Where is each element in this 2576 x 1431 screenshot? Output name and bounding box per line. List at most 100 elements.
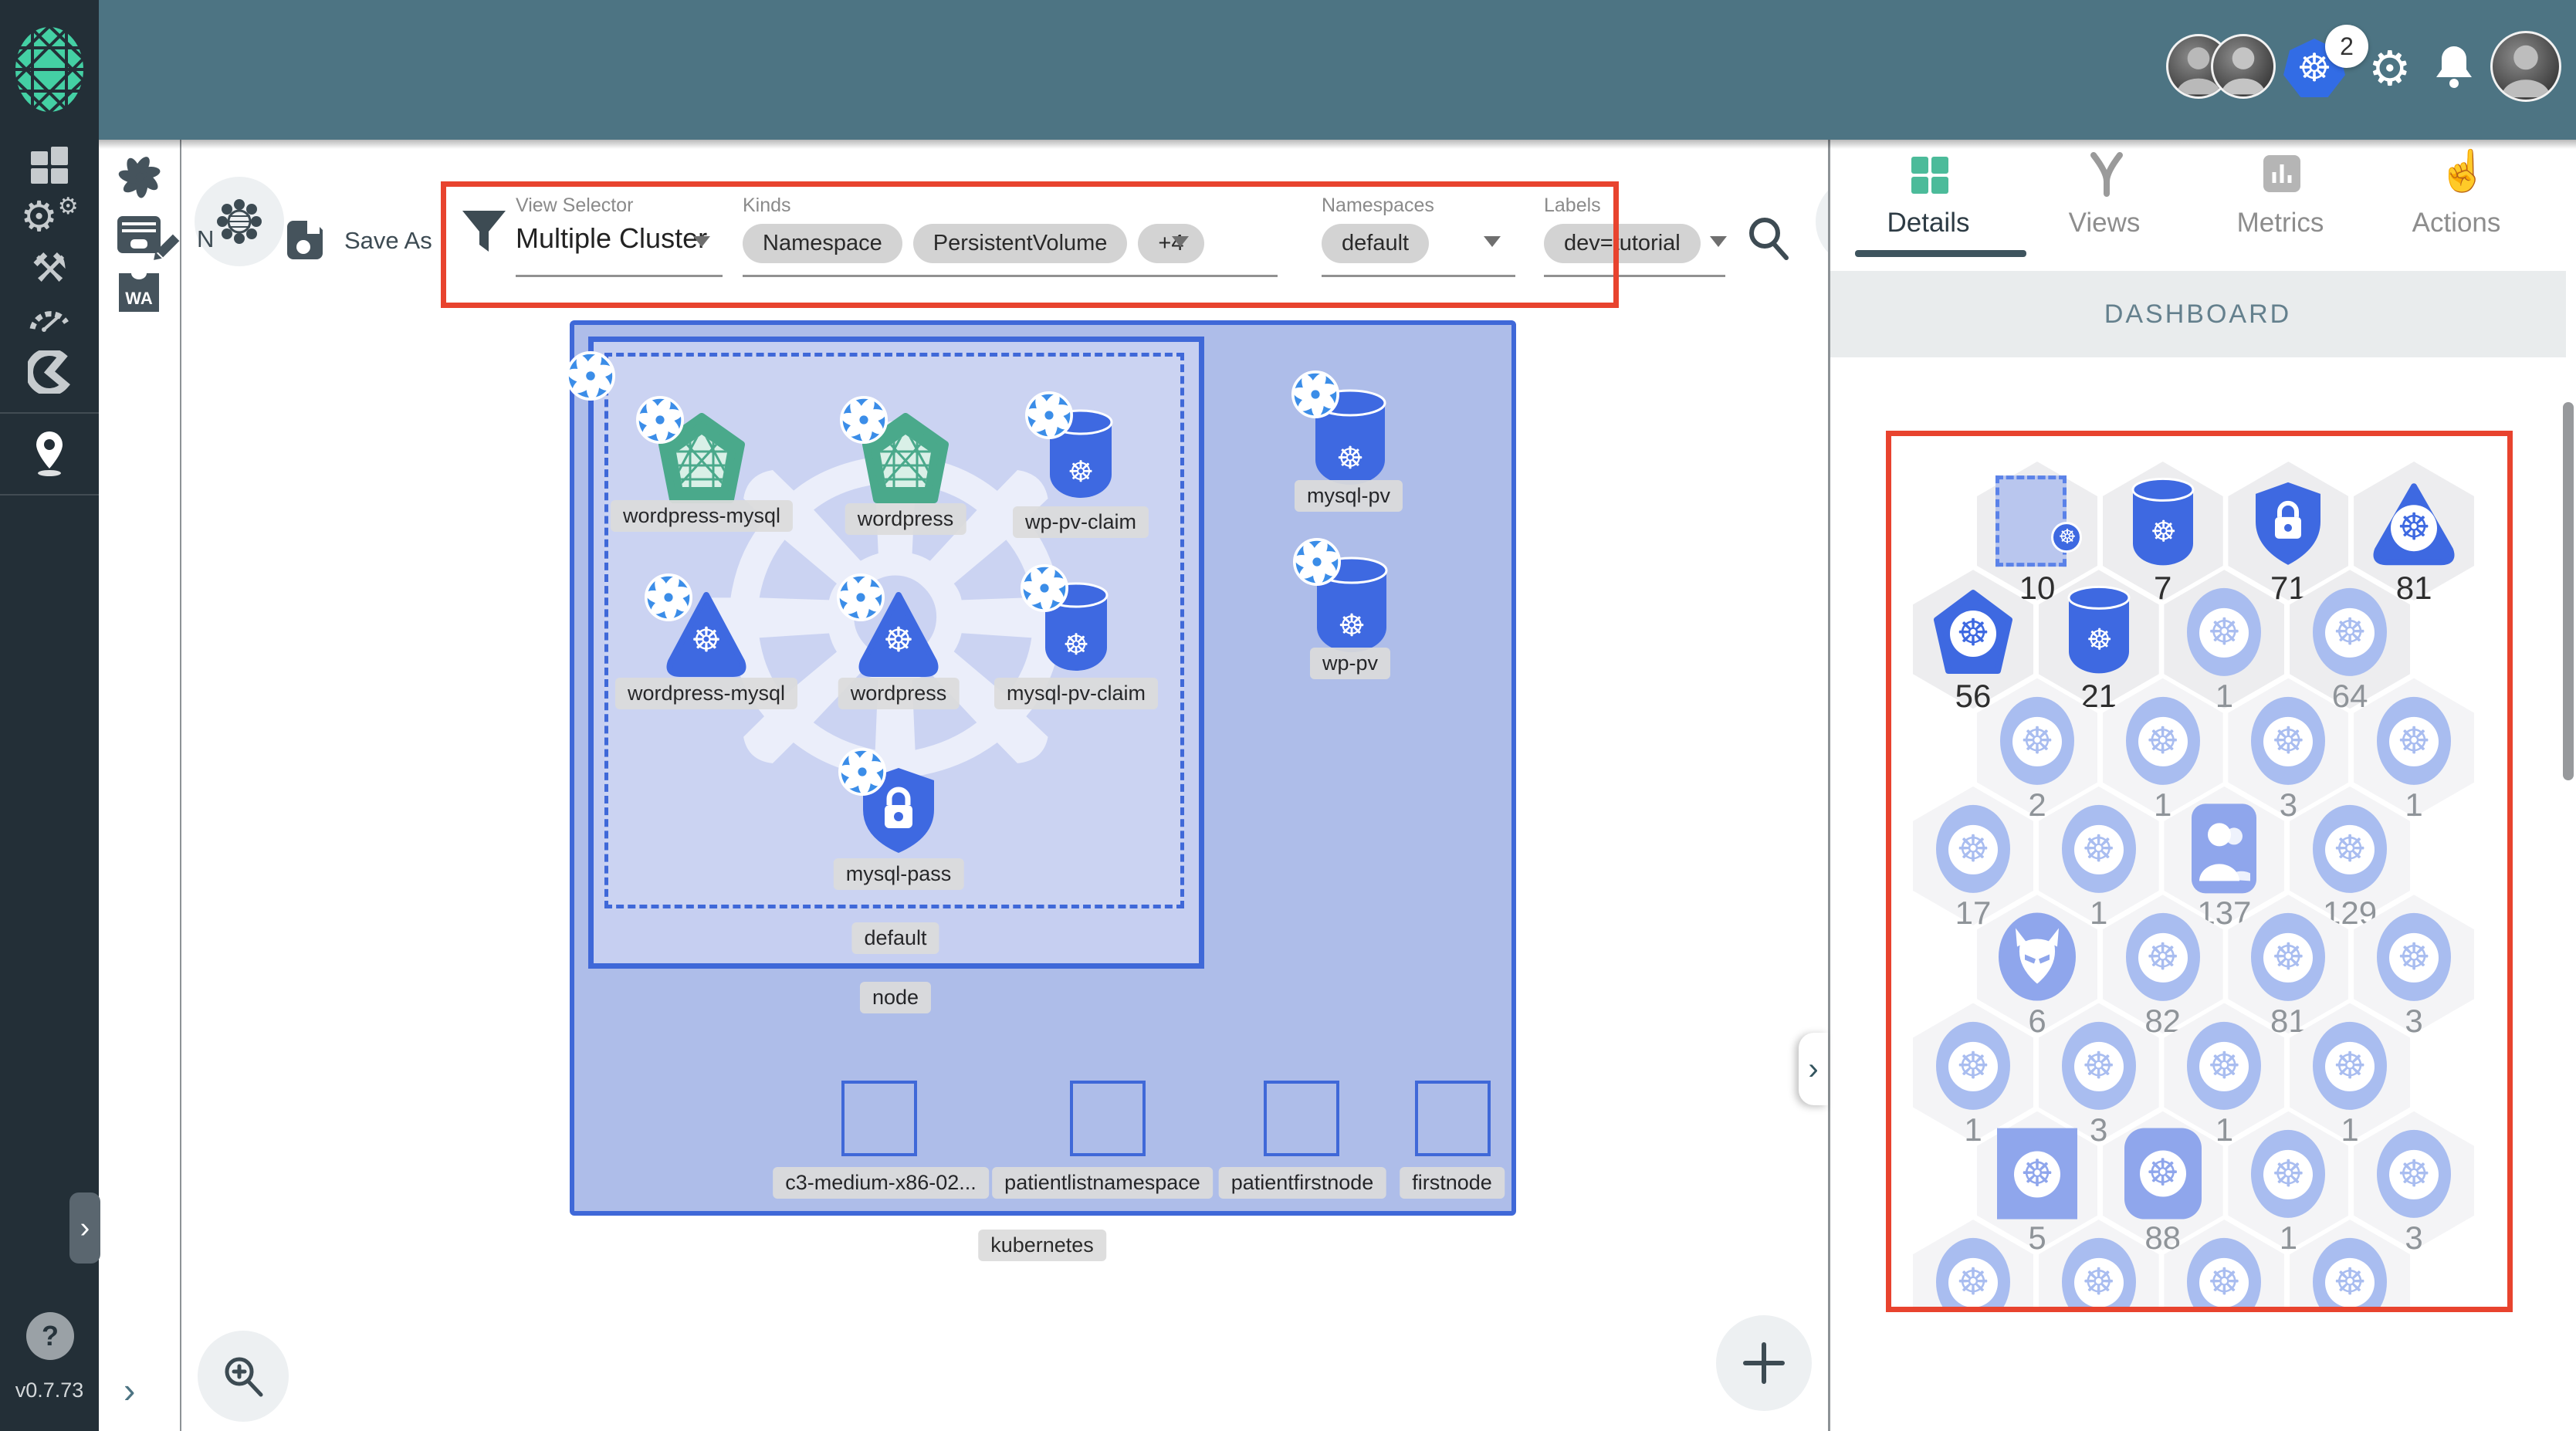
- namespace-chip[interactable]: default: [1322, 224, 1430, 263]
- views-icon: [2087, 151, 2126, 197]
- section-header-dashboard: DASHBOARD: [1830, 271, 2566, 357]
- chevron-down-icon[interactable]: [693, 236, 710, 247]
- wheel-icon: ☸: [1936, 1237, 2010, 1307]
- tab-details[interactable]: Details: [1840, 140, 2026, 263]
- meshery-badge-icon: [636, 396, 684, 444]
- wheel-icon: ☸: [2125, 696, 2200, 785]
- kind-chip[interactable]: +4: [1138, 224, 1204, 263]
- sidebar-item-extensions[interactable]: [0, 349, 99, 395]
- filter-funnel-icon[interactable]: [462, 210, 506, 253]
- node-name-label: patientfirstnode: [1218, 1167, 1386, 1199]
- wheel-icon: ☸: [2187, 588, 2262, 677]
- sidebar-divider: [0, 412, 99, 414]
- empty-node[interactable]: [841, 1081, 917, 1156]
- wasm-filter-icon[interactable]: WA: [117, 272, 161, 313]
- person-icon: [2190, 802, 2258, 895]
- meshery-badge-icon: [837, 573, 885, 621]
- chevron-down-icon[interactable]: [1484, 236, 1501, 247]
- tab-views[interactable]: Views: [2016, 140, 2192, 263]
- meshery-badge-icon: [566, 351, 615, 401]
- zoom-in-button[interactable]: [198, 1331, 289, 1422]
- active-tab-underline: [1855, 250, 2026, 257]
- sidebar-item-lifecycle[interactable]: ⚙ ⚙: [0, 194, 99, 240]
- sidebar-divider: [0, 494, 99, 496]
- dashboard-hex-cell[interactable]: ☸: [1913, 1220, 2033, 1307]
- node-name-label: wordpress: [845, 503, 966, 535]
- node-name-label: wp-pv-claim: [1012, 506, 1149, 538]
- rounded-square-icon: ☸: [2124, 1128, 2202, 1220]
- view-selector-select[interactable]: Multiple Cluster: [516, 222, 707, 255]
- wheel-icon: ☸: [2061, 804, 2136, 893]
- sidebar-item-performance[interactable]: [0, 296, 99, 337]
- search-icon[interactable]: [1743, 213, 1792, 262]
- triangle-icon: ☸: [2371, 482, 2456, 567]
- edit-pencil-icon[interactable]: [148, 232, 182, 266]
- context-count-badge[interactable]: 2: [2325, 25, 2368, 68]
- wheel-icon: ☸: [2187, 1021, 2262, 1110]
- app-root: / Name Untitled View (Copy) Design Visua…: [0, 0, 2576, 1431]
- wheel-icon: ☸: [2313, 588, 2388, 677]
- meshery-badge-icon: [1021, 564, 1068, 612]
- namespace-label: default: [851, 922, 939, 954]
- dashboard-hex-cell[interactable]: ☸: [2038, 1220, 2159, 1307]
- meshery-swirl-icon[interactable]: [117, 154, 162, 199]
- node-name-label: c3-medium-x86-02...: [773, 1167, 989, 1199]
- header-shadow: [99, 140, 2576, 149]
- add-node-button[interactable]: [1716, 1315, 1812, 1411]
- meshery-badge-icon: [645, 573, 692, 621]
- new-button-label[interactable]: N: [197, 225, 214, 253]
- save-icon[interactable]: [284, 218, 326, 259]
- chevron-down-icon[interactable]: [1172, 236, 1189, 247]
- empty-node[interactable]: [1264, 1081, 1339, 1156]
- namespaces-underline: [1322, 275, 1515, 277]
- expand-chevron[interactable]: ›: [124, 1369, 135, 1411]
- cylinder-icon: ☸: [2129, 477, 2197, 570]
- dashboard-hex-cell[interactable]: ☸: [2164, 1220, 2285, 1307]
- tab-actions-label: Actions: [2412, 208, 2501, 238]
- sidebar-item-configuration[interactable]: ⚒: [0, 246, 99, 291]
- dashboard-hex-grid: ☸ 10 ☸ 7 71 ☸ 81 ☸ 56 ☸ 21 ☸ 1 ☸ 64 ☸ 2 …: [1889, 436, 2505, 1307]
- node-name-label: patientlistnamespace: [992, 1167, 1213, 1199]
- empty-node[interactable]: [1070, 1081, 1146, 1156]
- demon-icon: [1997, 912, 2077, 1003]
- help-button[interactable]: ?: [26, 1312, 74, 1360]
- wheel-icon: ☸: [2251, 1129, 2326, 1218]
- tab-details-label: Details: [1887, 208, 1970, 238]
- kinds-label: Kinds: [743, 195, 791, 216]
- namespaces-label: Namespaces: [1322, 195, 1434, 216]
- magnifier-plus-icon: [225, 1357, 263, 1397]
- collaborator-avatar[interactable]: [2211, 34, 2276, 99]
- empty-node[interactable]: [1415, 1081, 1491, 1156]
- profile-avatar[interactable]: [2490, 31, 2561, 102]
- chevron-down-icon[interactable]: [1710, 236, 1727, 247]
- panel-collapse-handle[interactable]: ›: [1799, 1033, 1828, 1105]
- node-name-label: mysql-pv: [1294, 480, 1403, 512]
- sidebar-expand-handle[interactable]: ›: [69, 1192, 100, 1264]
- sidebar-item-location[interactable]: [0, 429, 99, 479]
- sidebar-item-dashboard[interactable]: [0, 144, 99, 187]
- meshery-logo[interactable]: [0, 23, 99, 116]
- meshery-badge-icon: [1293, 538, 1341, 586]
- view-selector-label: View Selector: [516, 195, 634, 216]
- kind-chip[interactable]: Namespace: [743, 224, 902, 263]
- actions-hand-icon: ☝: [2438, 149, 2488, 194]
- tab-metrics[interactable]: Metrics: [2192, 140, 2368, 263]
- wheel-icon: ☸: [2313, 1237, 2388, 1307]
- node-name-label: wordpress-mysql: [614, 678, 798, 709]
- cylinder-icon: ☸: [2065, 586, 2133, 678]
- kind-chip[interactable]: PersistentVolume: [912, 224, 1128, 263]
- labels-chip[interactable]: dev=tutorial: [1544, 224, 1701, 263]
- view-selector-underline: [516, 275, 723, 277]
- kinds-chip-row: Namespace PersistentVolume +4: [743, 224, 1215, 263]
- panel-scrollbar[interactable]: [2563, 402, 2574, 780]
- settings-icon[interactable]: ⚙: [2368, 40, 2412, 96]
- tab-actions[interactable]: ☝ Actions: [2368, 140, 2544, 263]
- notifications-bell-icon[interactable]: [2433, 43, 2475, 91]
- metrics-icon: [2260, 152, 2304, 195]
- dashboard-hex-cell[interactable]: ☸: [2290, 1220, 2411, 1307]
- wheel-icon: ☸: [2251, 696, 2326, 785]
- wheel-icon: ☸: [2061, 1021, 2136, 1110]
- node-label: node: [859, 982, 932, 1013]
- save-as-button[interactable]: Save As: [344, 227, 432, 255]
- wheel-icon: ☸: [2313, 804, 2388, 893]
